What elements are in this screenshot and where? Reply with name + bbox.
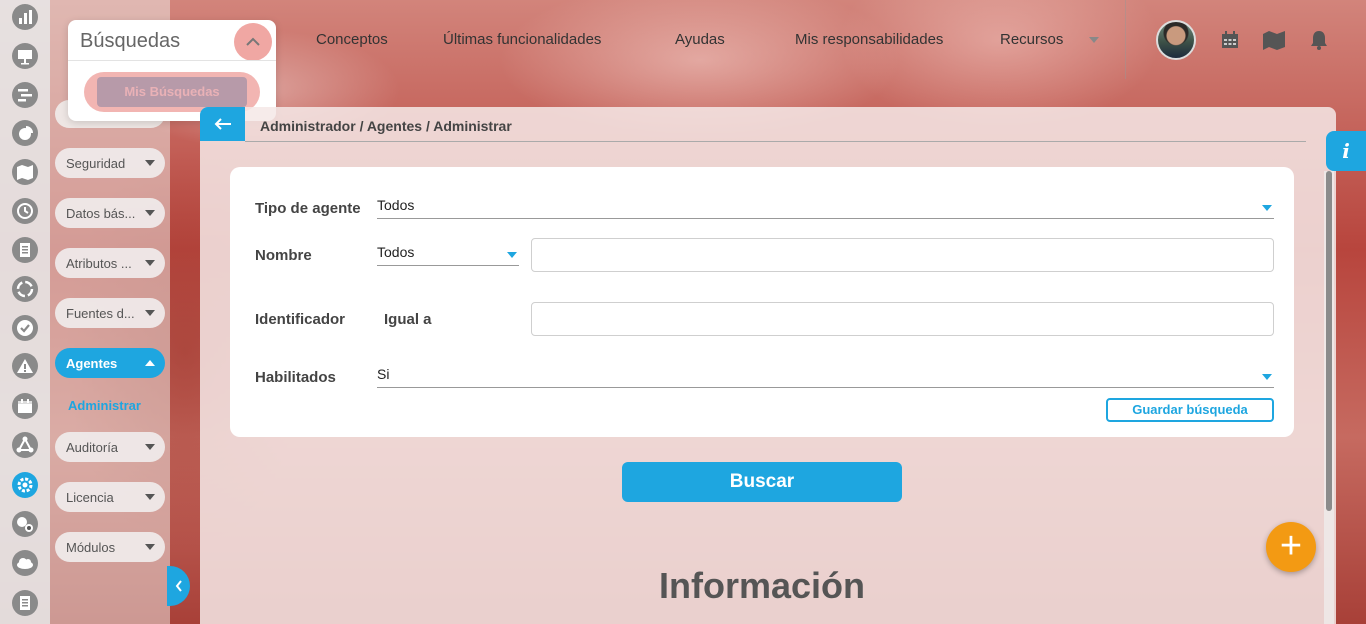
- chevron-left-icon: [175, 580, 182, 592]
- searches-panel: Búsquedas Mis Búsquedas: [68, 20, 276, 121]
- back-button[interactable]: [200, 107, 245, 141]
- sidebar-item-label: Auditoría: [66, 439, 119, 455]
- arrow-left-icon: [214, 118, 231, 130]
- agent-type-label: Tipo de agente: [255, 200, 361, 217]
- search-form: Tipo de agente Todos Nombre Todos Identi…: [230, 167, 1294, 437]
- breadcrumb: Administrador / Agentes / Administrar: [260, 118, 512, 134]
- map-icon[interactable]: [12, 159, 38, 185]
- pie-chart-icon[interactable]: [12, 120, 38, 146]
- name-operator-value: Todos: [377, 244, 415, 260]
- name-input[interactable]: [531, 238, 1274, 272]
- chevron-down-icon: [145, 160, 155, 166]
- document-icon[interactable]: [12, 237, 38, 263]
- cycle-icon[interactable]: [12, 276, 38, 302]
- chevron-up-icon: [145, 360, 155, 366]
- search-button[interactable]: Buscar: [622, 462, 902, 502]
- presentation-icon[interactable]: [12, 43, 38, 69]
- nav-ayudas[interactable]: Ayudas: [675, 31, 725, 48]
- chevron-down-icon: [507, 252, 517, 258]
- calendar-icon[interactable]: [12, 393, 38, 419]
- map-icon[interactable]: [1262, 30, 1286, 50]
- chevron-down-icon: [145, 310, 155, 316]
- identifier-label: Identificador: [255, 311, 346, 328]
- sidebar-item-label: Atributos ...: [66, 255, 132, 271]
- list-icon[interactable]: [12, 590, 38, 616]
- name-operator-select[interactable]: Todos: [377, 244, 519, 266]
- chevron-down-icon: [145, 444, 155, 450]
- sidebar-item-fuentes[interactable]: Fuentes d...: [55, 298, 165, 328]
- my-searches-button[interactable]: Mis Búsquedas: [84, 72, 260, 112]
- check-circle-icon[interactable]: [12, 315, 38, 341]
- chevron-down-icon: [145, 260, 155, 266]
- scrollbar-thumb[interactable]: [1326, 171, 1332, 511]
- sidebar-item-label: Datos bás...: [66, 205, 136, 221]
- module-rail: [0, 0, 50, 624]
- sidebar-item-auditoria[interactable]: Auditoría: [55, 432, 165, 462]
- nav-ultimas-funcionalidades[interactable]: Últimas funcionalidades: [443, 31, 601, 48]
- save-search-button[interactable]: Guardar búsqueda: [1106, 398, 1274, 422]
- sidebar-item-datos-basicos[interactable]: Datos bás...: [55, 198, 165, 228]
- enabled-value: Si: [377, 366, 390, 382]
- sidebar-item-atributos[interactable]: Atributos ...: [55, 248, 165, 278]
- gears-icon[interactable]: [12, 511, 38, 537]
- nav-conceptos[interactable]: Conceptos: [316, 31, 388, 48]
- name-label: Nombre: [255, 247, 312, 264]
- sidebar-item-label: Licencia: [66, 489, 114, 505]
- sidebar-item-licencia[interactable]: Licencia: [55, 482, 165, 512]
- warning-icon[interactable]: [12, 353, 38, 379]
- nav-recursos[interactable]: Recursos: [1000, 31, 1063, 48]
- settings-icon[interactable]: [12, 472, 38, 498]
- divider: [68, 60, 276, 61]
- calendar-icon[interactable]: [1220, 30, 1240, 50]
- nav-mis-responsabilidades[interactable]: Mis responsabilidades: [795, 31, 943, 48]
- gantt-icon[interactable]: [12, 82, 38, 108]
- my-searches-label: Mis Búsquedas: [97, 77, 247, 107]
- info-heading: Información: [658, 565, 865, 606]
- sidebar-item-modulos[interactable]: Módulos: [55, 532, 165, 562]
- avatar[interactable]: [1156, 20, 1196, 60]
- chevron-down-icon: [145, 494, 155, 500]
- divider: [1125, 0, 1126, 79]
- sidebar-subitem-administrar[interactable]: Administrar: [68, 398, 141, 413]
- main-content: Administrador / Agentes / Administrar Ti…: [200, 107, 1336, 624]
- searches-title: Búsquedas: [80, 30, 181, 52]
- sidebar-item-seguridad[interactable]: Seguridad: [55, 148, 165, 178]
- agent-type-value: Todos: [377, 197, 415, 213]
- agent-type-select[interactable]: Todos: [377, 197, 1274, 219]
- info-tab-button[interactable]: i: [1326, 131, 1366, 171]
- network-icon[interactable]: [12, 432, 38, 458]
- sidebar-item-label: Seguridad: [66, 155, 126, 171]
- chevron-down-icon: [1262, 205, 1272, 211]
- sidebar-item-agentes[interactable]: Agentes: [55, 348, 165, 378]
- enabled-label: Habilitados: [255, 369, 336, 386]
- chevron-down-icon[interactable]: [1089, 37, 1099, 43]
- add-button[interactable]: +: [1266, 522, 1316, 572]
- chevron-up-icon: [246, 37, 260, 46]
- chevron-down-icon: [145, 210, 155, 216]
- identifier-operator: Igual a: [384, 311, 432, 328]
- chevron-down-icon: [1262, 374, 1272, 380]
- enabled-select[interactable]: Si: [377, 366, 1274, 388]
- cloud-icon[interactable]: [12, 550, 38, 576]
- searches-toggle-button[interactable]: [234, 23, 272, 61]
- sidebar-item-label: Módulos: [66, 539, 116, 555]
- divider: [245, 141, 1306, 142]
- bell-icon[interactable]: [1309, 30, 1329, 50]
- sidebar-item-label: Agentes: [66, 355, 118, 371]
- identifier-input[interactable]: [531, 302, 1274, 336]
- chart-icon[interactable]: [12, 4, 38, 30]
- chevron-down-icon: [145, 544, 155, 550]
- sidebar-item-label: Fuentes d...: [66, 305, 135, 321]
- clock-icon[interactable]: [12, 198, 38, 224]
